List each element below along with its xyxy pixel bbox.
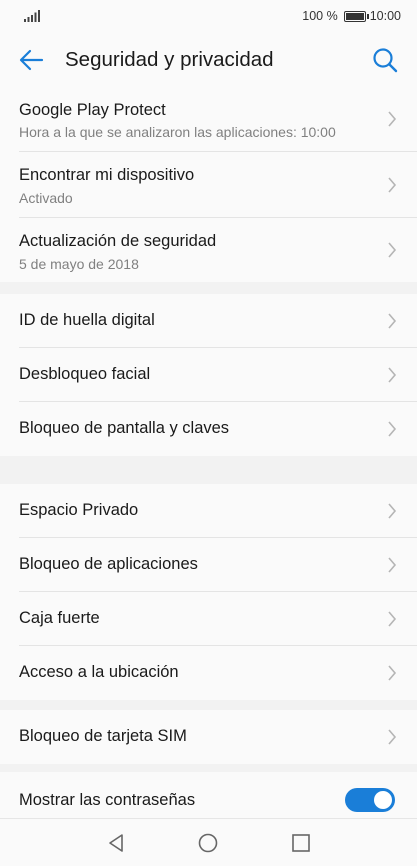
chevron-right-icon [388,503,397,519]
list-item-location-access[interactable]: Acceso a la ubicación [19,646,417,700]
list-item-app-lock[interactable]: Bloqueo de aplicaciones [19,538,417,592]
triangle-back-icon[interactable] [105,832,127,854]
status-bar: 100 % 10:00 [0,0,417,34]
square-recent-icon[interactable] [290,832,312,854]
item-subtitle: 5 de mayo de 2018 [19,256,139,272]
list-item-private-space[interactable]: Espacio Privado [19,484,417,538]
chevron-right-icon [388,111,397,127]
item-label: Bloqueo de pantalla y claves [19,419,230,437]
toggle-knob [374,791,392,809]
navigation-bar [0,818,417,866]
item-label: Espacio Privado [19,501,139,519]
page-title: Seguridad y privacidad [65,48,274,71]
chevron-right-icon [388,421,397,437]
circle-home-icon[interactable] [197,832,219,854]
chevron-right-icon [388,367,397,383]
list-item-find-device[interactable]: Encontrar mi dispositivo Activado [19,152,417,218]
chevron-right-icon [388,665,397,681]
item-label: Caja fuerte [19,609,100,627]
chevron-right-icon [388,557,397,573]
item-label: Encontrar mi dispositivo [19,166,195,184]
battery-icon [343,10,369,22]
list-item-face-unlock[interactable]: Desbloqueo facial [19,348,417,402]
item-label: Bloqueo de tarjeta SIM [19,727,187,745]
item-label: Google Play Protect [19,101,166,119]
section-sim: Bloqueo de tarjeta SIM [0,710,417,764]
item-label: Actualización de seguridad [19,232,217,250]
item-subtitle: Hora a la que se analizaron las aplicaci… [19,124,336,140]
list-item-google-play-protect[interactable]: Google Play Protect Hora a la que se ana… [19,86,417,152]
item-label: Bloqueo de aplicaciones [19,555,198,573]
list-item-security-update[interactable]: Actualización de seguridad 5 de mayo de … [19,218,417,282]
item-subtitle: Activado [19,190,73,206]
section-passwords: Mostrar las contraseñas [0,772,417,818]
search-icon[interactable] [371,46,399,74]
chevron-right-icon [388,729,397,745]
show-passwords-toggle[interactable] [345,788,395,812]
list-item-fingerprint[interactable]: ID de huella digital [19,294,417,348]
clock: 10:00 [369,9,401,23]
app-bar: Seguridad y privacidad [0,34,417,86]
section-security-status: Google Play Protect Hora a la que se ana… [0,86,417,282]
list-item-screen-lock[interactable]: Bloqueo de pantalla y claves [19,402,417,456]
section-privacy: Espacio Privado Bloqueo de aplicaciones … [0,484,417,700]
list-item-sim-lock[interactable]: Bloqueo de tarjeta SIM [19,710,417,764]
item-label: Acceso a la ubicación [19,663,179,681]
chevron-right-icon [388,611,397,627]
item-label: Mostrar las contraseñas [19,791,196,809]
list-item-safe[interactable]: Caja fuerte [19,592,417,646]
item-label: ID de huella digital [19,311,155,329]
status-right: 100 % 10:00 [302,9,401,23]
item-label: Desbloqueo facial [19,365,151,383]
signal-icon [24,10,40,22]
chevron-right-icon [388,313,397,329]
battery-percent: 100 % [302,9,338,23]
chevron-right-icon [388,177,397,193]
arrow-left-icon[interactable] [16,46,46,74]
chevron-right-icon [388,242,397,258]
section-unlock: ID de huella digital Desbloqueo facial B… [0,294,417,456]
